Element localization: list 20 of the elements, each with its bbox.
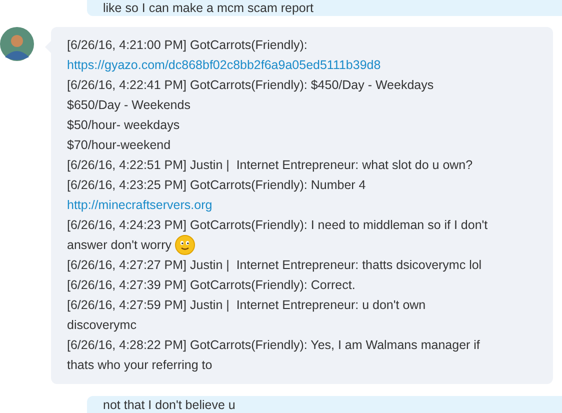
message-text: $650/Day - Weekends xyxy=(67,97,190,114)
message-text: discoverymc xyxy=(67,317,136,334)
message-link[interactable]: http://minecraftservers.org xyxy=(67,195,212,215)
message-text: [6/26/16, 4:27:59 PM] Justin | Internet Entrepreneur: u don't own xyxy=(67,297,426,314)
message-bubble: not that I don't believe u xyxy=(87,396,562,413)
message-text: [6/26/16, 4:27:39 PM] GotCarrots(Friendly): Correct. xyxy=(67,277,356,294)
message-text: [6/26/16, 4:28:22 PM] GotCarrots(Friendly): Yes, I am Walmans manager if xyxy=(67,337,480,354)
message-text: [6/26/16, 4:23:25 PM] GotCarrots(Friendly): Number 4 xyxy=(67,177,366,194)
message-link[interactable]: https://gyazo.com/dc868bf02c8bb2f6a9a05ed5111b39d8 xyxy=(67,55,381,75)
message-text: [6/26/16, 4:22:41 PM] GotCarrots(Friendly): $450/Day - Weekdays xyxy=(67,77,434,94)
message-text: $50/hour- weekdays xyxy=(67,117,180,134)
message-text: [6/26/16, 4:21:00 PM] GotCarrots(Friendly): xyxy=(67,37,308,54)
message-text: [6/26/16, 4:22:51 PM] Justin | Internet Entrepreneur: what slot do u own? xyxy=(67,157,473,174)
message-text: thats who your referring to xyxy=(67,357,212,374)
message-text: answer don't worry xyxy=(67,237,172,254)
message-text: [6/26/16, 4:24:23 PM] GotCarrots(Friendly): I need to middleman so if I don't xyxy=(67,217,488,234)
message-text: [6/26/16, 4:27:27 PM] Justin | Internet Entrepreneur: thatts dsicoverymc lol xyxy=(67,257,482,274)
message-bubble: like so I can make a mcm scam report xyxy=(87,0,562,16)
message-text: $70/hour-weekend xyxy=(67,137,171,154)
avatar xyxy=(0,27,34,61)
